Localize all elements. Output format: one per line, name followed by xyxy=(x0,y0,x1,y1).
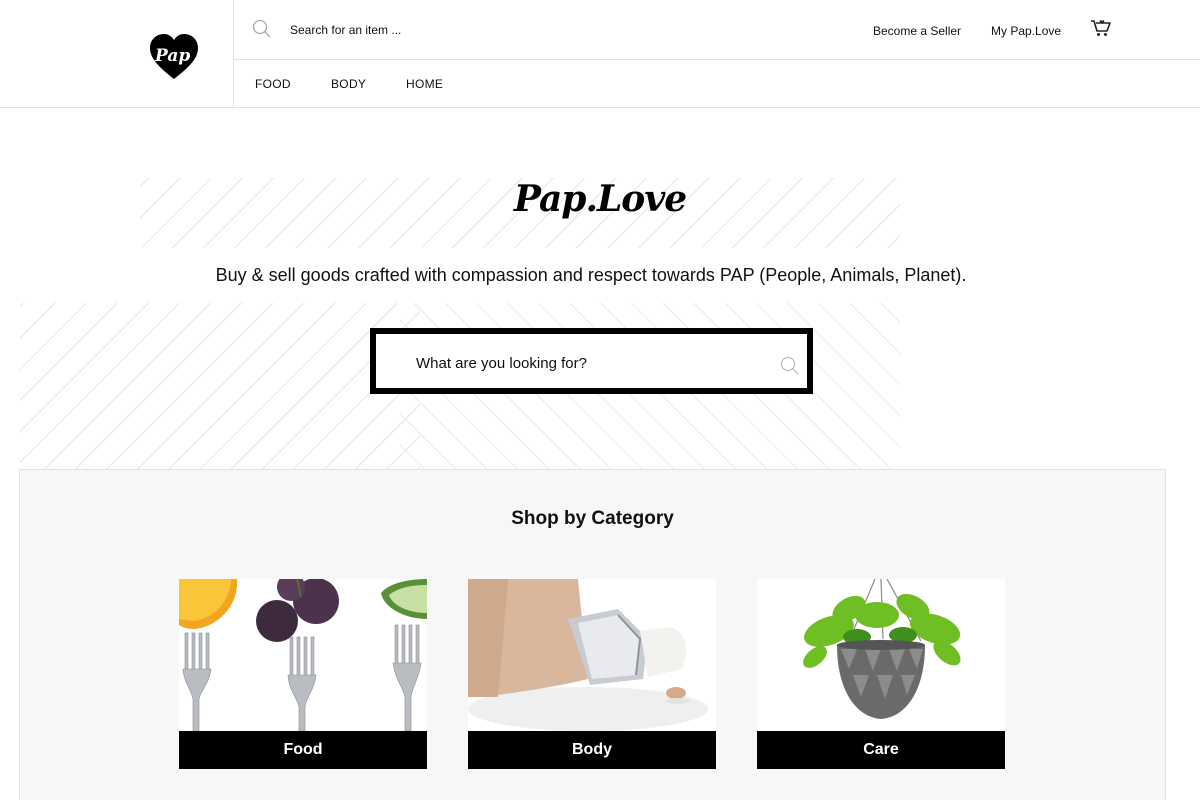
search-icon[interactable] xyxy=(780,356,800,376)
hero-search-box xyxy=(370,328,813,394)
my-account-link[interactable]: My Pap.Love xyxy=(991,24,1061,38)
category-panel: Shop by Category Food Body Care xyxy=(19,469,1166,800)
search-icon[interactable] xyxy=(252,19,272,39)
category-card-food[interactable]: Food xyxy=(179,579,427,769)
site-header: Pap Become a Seller My Pap.Love FOOD BOD… xyxy=(0,0,1200,108)
category-label-food: Food xyxy=(179,731,427,769)
become-seller-link[interactable]: Become a Seller xyxy=(873,24,961,38)
logo-text: Pap xyxy=(154,46,190,66)
category-label-body: Body xyxy=(468,731,716,769)
body-balm-image xyxy=(468,579,716,731)
header-search-input[interactable] xyxy=(290,20,590,40)
heart-logo-icon: Pap xyxy=(150,34,198,79)
hanging-plant-image xyxy=(757,579,1005,731)
hero-tagline: Buy & sell goods crafted with compassion… xyxy=(215,265,967,285)
hero-search-input[interactable] xyxy=(416,352,756,374)
main-nav: FOOD BODY HOME xyxy=(234,60,1200,108)
hero-title: Pap.Love xyxy=(513,178,687,220)
nav-item-home[interactable]: HOME xyxy=(406,77,443,91)
category-card-body[interactable]: Body xyxy=(468,579,716,769)
food-image xyxy=(179,579,427,731)
nav-item-food[interactable]: FOOD xyxy=(255,77,291,91)
logo-link[interactable]: Pap xyxy=(0,0,234,108)
cart-icon[interactable] xyxy=(1090,18,1112,38)
nav-item-body[interactable]: BODY xyxy=(331,77,366,91)
category-card-care[interactable]: Care xyxy=(757,579,1005,769)
header-top-bar: Become a Seller My Pap.Love xyxy=(234,0,1200,60)
category-label-care: Care xyxy=(757,731,1005,769)
category-section-title: Shop by Category xyxy=(511,508,674,529)
hero-background xyxy=(0,108,1200,470)
